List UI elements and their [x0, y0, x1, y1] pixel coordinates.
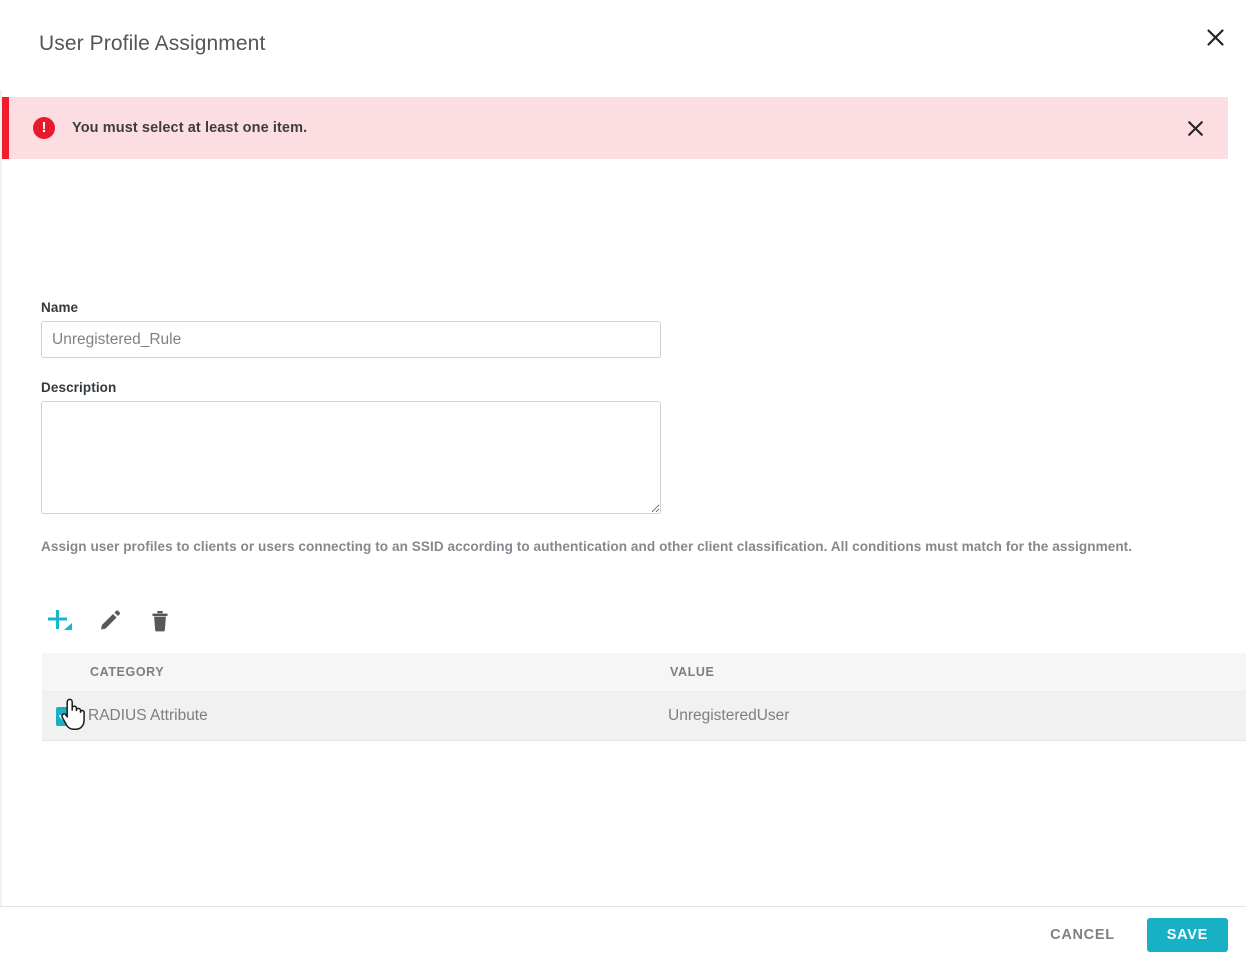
close-icon-glyph — [1187, 120, 1203, 136]
save-button[interactable]: SAVE — [1146, 918, 1228, 952]
dialog-footer: CANCEL SAVE — [0, 906, 1246, 963]
add-icon-glyph — [48, 610, 72, 630]
field-spacer — [41, 358, 1231, 380]
description-textarea[interactable] — [41, 401, 661, 514]
delete-button[interactable] — [142, 605, 178, 637]
error-icon: ! — [33, 117, 55, 139]
alert-message: You must select at least one item. — [72, 120, 308, 136]
cancel-button[interactable]: CANCEL — [1036, 919, 1129, 951]
check-icon — [59, 711, 71, 721]
alert-accent-bar — [2, 97, 9, 159]
cell-value: UnregisteredUser — [668, 707, 790, 724]
add-button[interactable] — [42, 605, 78, 637]
assignment-help-text: Assign user profiles to clients or users… — [41, 539, 1133, 554]
form-area: Name Description Assign user profiles to… — [41, 300, 1231, 557]
row-checkbox-cell[interactable] — [42, 706, 88, 726]
table-row[interactable]: RADIUS Attribute UnregisteredUser — [42, 692, 1246, 741]
conditions-toolbar — [42, 605, 178, 637]
page-title: User Profile Assignment — [39, 32, 266, 55]
add-icon — [43, 605, 77, 637]
dialog-body: ! You must select at least one item. Nam… — [0, 90, 1246, 906]
description-label: Description — [41, 380, 117, 395]
delete-icon — [152, 611, 168, 632]
name-input[interactable] — [41, 321, 661, 358]
edit-icon — [101, 610, 121, 630]
column-header-category[interactable]: CATEGORY — [88, 665, 670, 679]
error-alert-banner: ! You must select at least one item. — [2, 97, 1228, 159]
close-icon-glyph — [1206, 28, 1224, 46]
dialog-header: User Profile Assignment — [0, 0, 1246, 90]
cell-category: RADIUS Attribute — [88, 707, 208, 724]
user-profile-assignment-dialog: User Profile Assignment ! You must selec… — [0, 0, 1246, 963]
close-icon[interactable] — [1196, 18, 1234, 56]
alert-close-icon[interactable] — [1178, 111, 1212, 145]
row-checkbox[interactable] — [55, 706, 75, 726]
name-label: Name — [41, 300, 79, 315]
column-header-value[interactable]: VALUE — [670, 665, 1246, 679]
edit-button[interactable] — [92, 605, 128, 637]
conditions-table: CATEGORY VALUE RADIUS Attribute Unregist… — [42, 653, 1246, 741]
table-header-row: CATEGORY VALUE — [42, 653, 1246, 692]
